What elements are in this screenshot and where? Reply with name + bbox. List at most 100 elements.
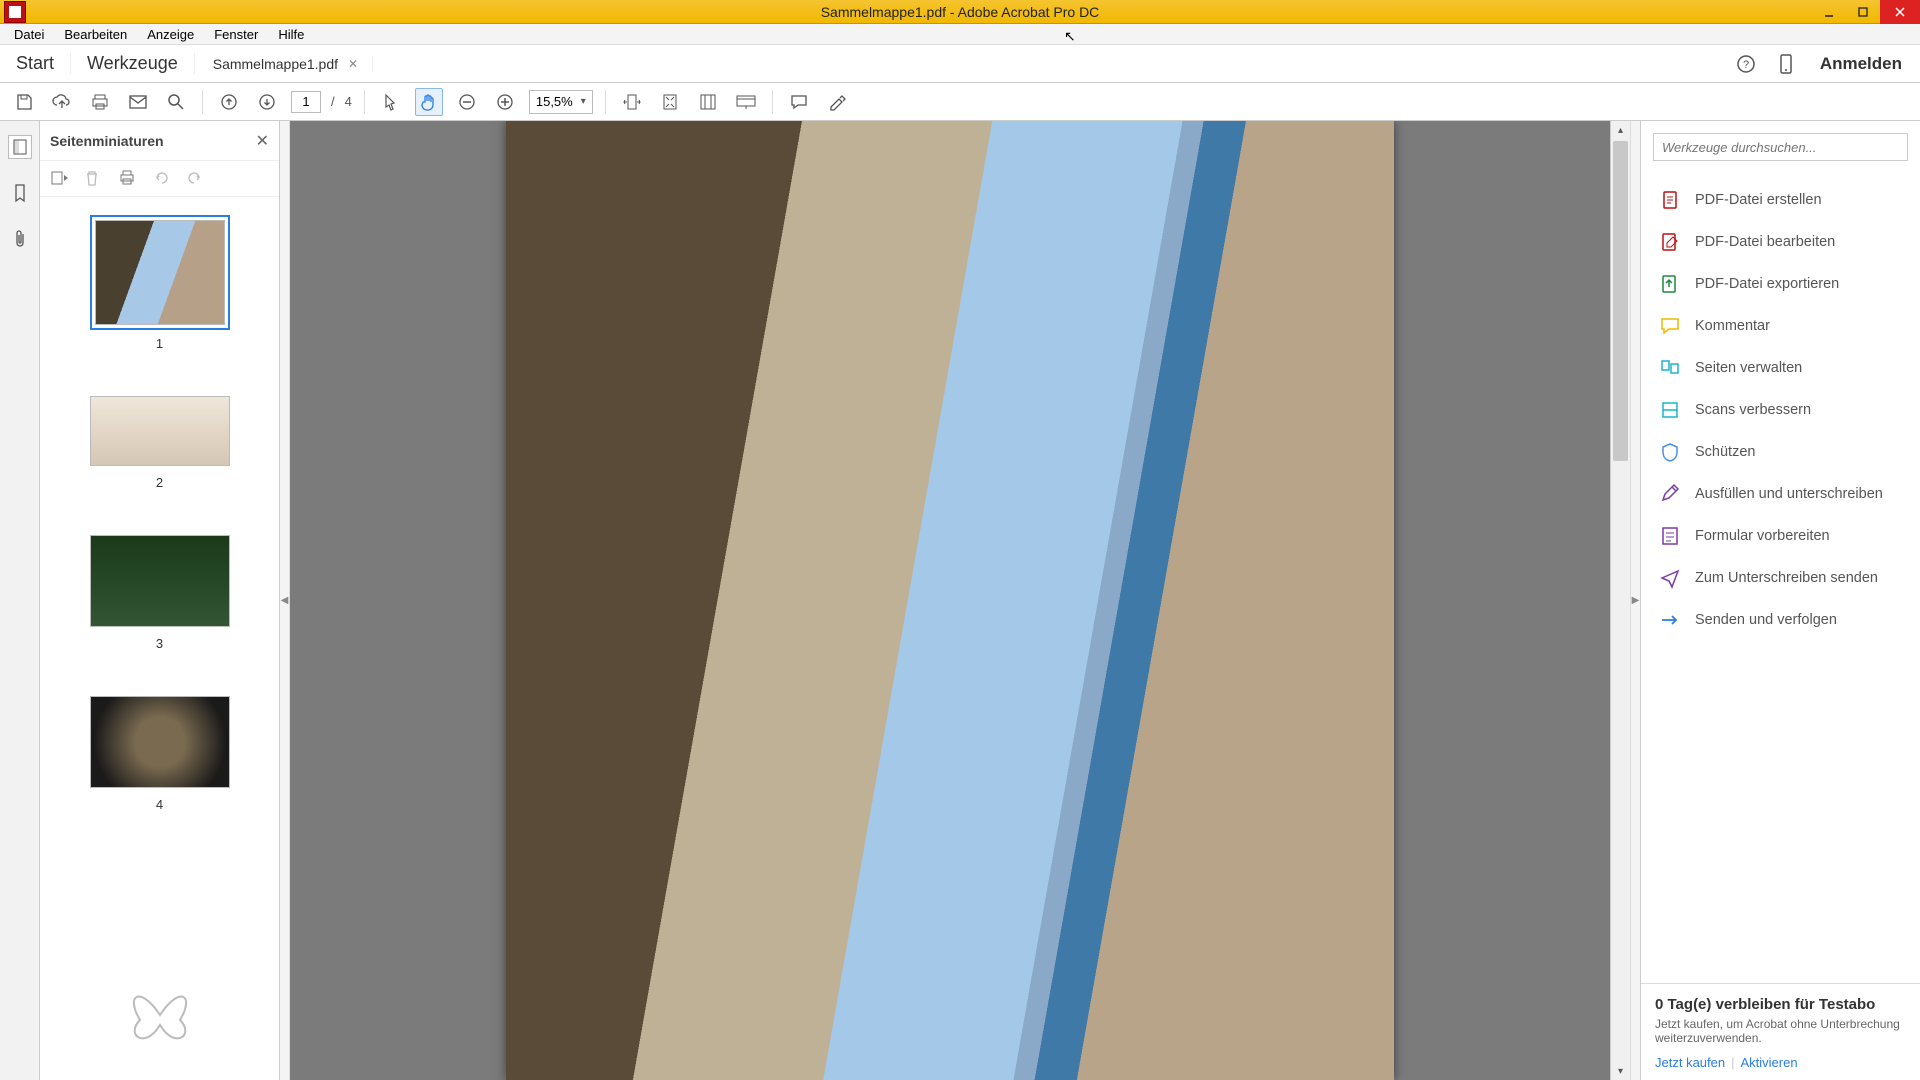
tools-search[interactable] <box>1653 133 1908 161</box>
thumbnail-page-3[interactable]: 3 <box>50 530 269 651</box>
zoom-out-icon[interactable] <box>453 88 481 116</box>
page-total: 4 <box>345 94 352 109</box>
right-splitter[interactable]: ▶ <box>1630 121 1640 1080</box>
scroll-down-icon[interactable]: ▾ <box>1611 1062 1630 1080</box>
select-tool-icon[interactable] <box>377 88 405 116</box>
tab-document-label: Sammelmappe1.pdf <box>213 56 338 72</box>
tab-document[interactable]: Sammelmappe1.pdf ✕ <box>195 56 373 72</box>
hand-tool-icon[interactable] <box>415 88 443 116</box>
thumbnail-print-icon[interactable] <box>118 169 138 189</box>
trial-banner: 0 Tag(e) verbleiben für Testabo Jetzt ka… <box>1641 983 1920 1080</box>
signin-button[interactable]: Anmelden <box>1810 54 1912 74</box>
menu-hilfe[interactable]: Hilfe <box>268 25 314 44</box>
tool-item-label: Seiten verwalten <box>1695 360 1802 376</box>
menu-anzeige[interactable]: Anzeige <box>137 25 204 44</box>
tool-item-1[interactable]: PDF-Datei bearbeiten <box>1641 221 1920 263</box>
tool-item-label: Scans verbessern <box>1695 402 1811 418</box>
tool-item-10[interactable]: Senden und verfolgen <box>1641 599 1920 641</box>
thumbnail-label: 2 <box>156 475 163 490</box>
tool-item-0[interactable]: PDF-Datei erstellen <box>1641 179 1920 221</box>
thumbnail-page-4[interactable]: 4 <box>50 691 269 812</box>
tool-item-8[interactable]: Formular vorbereiten <box>1641 515 1920 557</box>
tools-search-input[interactable] <box>1662 140 1899 155</box>
minimize-button[interactable] <box>1812 0 1846 24</box>
tool-item-3[interactable]: Kommentar <box>1641 305 1920 347</box>
page-number-input[interactable] <box>291 91 321 113</box>
next-page-icon[interactable] <box>253 88 281 116</box>
thumbnails-rail-icon[interactable] <box>8 135 32 159</box>
tool-item-2[interactable]: PDF-Datei exportieren <box>1641 263 1920 305</box>
tool-item-label: PDF-Datei bearbeiten <box>1695 234 1835 250</box>
search-icon[interactable] <box>162 88 190 116</box>
maximize-button[interactable] <box>1846 0 1880 24</box>
pages-icon <box>1659 357 1681 379</box>
window-title: Sammelmappe1.pdf - Adobe Acrobat Pro DC <box>821 4 1100 20</box>
cloud-upload-icon[interactable] <box>48 88 76 116</box>
menu-bearbeiten[interactable]: Bearbeiten <box>54 25 137 44</box>
buy-now-link[interactable]: Jetzt kaufen <box>1655 1055 1725 1070</box>
tabs-bar: Start Werkzeuge Sammelmappe1.pdf ✕ ? Anm… <box>0 45 1920 83</box>
activate-link[interactable]: Aktivieren <box>1741 1055 1798 1070</box>
nav-rail <box>0 121 40 1080</box>
thumbnail-page-2[interactable]: 2 <box>50 391 269 490</box>
menu-fenster[interactable]: Fenster <box>204 25 268 44</box>
zoom-value: 15,5% <box>536 94 573 109</box>
tool-item-9[interactable]: Zum Unterschreiben senden <box>1641 557 1920 599</box>
attachments-rail-icon[interactable] <box>8 227 32 251</box>
print-icon[interactable] <box>86 88 114 116</box>
vertical-scrollbar[interactable]: ▴ ▾ <box>1610 121 1630 1080</box>
document-canvas[interactable] <box>290 121 1610 1080</box>
zoom-select[interactable]: 15,5% ▾ <box>529 90 593 114</box>
pen-icon <box>1659 483 1681 505</box>
thumbnail-page-1[interactable]: 1 <box>50 215 269 351</box>
scan-icon <box>1659 399 1681 421</box>
tool-item-label: Senden und verfolgen <box>1695 612 1837 628</box>
tools-panel: PDF-Datei erstellen PDF-Datei bearbeiten P… <box>1640 121 1920 1080</box>
edit-icon <box>1659 231 1681 253</box>
tool-item-label: Formular vorbereiten <box>1695 528 1830 544</box>
comment-icon <box>1659 315 1681 337</box>
acrobat-app-icon <box>4 1 26 23</box>
tool-item-7[interactable]: Ausfüllen und unterschreiben <box>1641 473 1920 515</box>
thumbnail-redo-icon[interactable] <box>186 169 206 189</box>
prev-page-icon[interactable] <box>215 88 243 116</box>
scrollbar-thumb[interactable] <box>1613 141 1628 461</box>
read-mode-icon[interactable] <box>732 88 760 116</box>
shield-icon <box>1659 441 1681 463</box>
tool-item-5[interactable]: Scans verbessern <box>1641 389 1920 431</box>
thumbnail-label: 3 <box>156 636 163 651</box>
thumbnail-options-icon[interactable] <box>50 169 70 189</box>
email-icon[interactable] <box>124 88 152 116</box>
tab-document-close-icon[interactable]: ✕ <box>348 57 358 71</box>
svg-text:?: ? <box>1743 59 1749 71</box>
toolbar: / 4 15,5% ▾ <box>0 83 1920 121</box>
comment-icon[interactable] <box>785 88 813 116</box>
menu-datei[interactable]: Datei <box>4 25 54 44</box>
zoom-in-icon[interactable] <box>491 88 519 116</box>
export-icon <box>1659 273 1681 295</box>
menubar: Datei Bearbeiten Anzeige Fenster Hilfe <box>0 24 1920 45</box>
tab-werkzeuge[interactable]: Werkzeuge <box>71 53 195 74</box>
left-splitter[interactable]: ◀ <box>280 121 290 1080</box>
help-icon[interactable]: ? <box>1730 48 1762 80</box>
close-button[interactable] <box>1880 0 1920 24</box>
tool-item-4[interactable]: Seiten verwalten <box>1641 347 1920 389</box>
bookmarks-rail-icon[interactable] <box>8 181 32 205</box>
form-icon <box>1659 525 1681 547</box>
tab-start[interactable]: Start <box>0 53 71 74</box>
thumbnail-undo-icon[interactable] <box>152 169 172 189</box>
mobile-link-icon[interactable] <box>1770 48 1802 80</box>
scroll-up-icon[interactable]: ▴ <box>1611 121 1630 139</box>
tool-item-6[interactable]: Schützen <box>1641 431 1920 473</box>
save-icon[interactable] <box>10 88 38 116</box>
thumbnails-close-icon[interactable]: ✕ <box>256 131 269 151</box>
thumbnail-delete-icon[interactable] <box>84 169 104 189</box>
tool-item-label: Schützen <box>1695 444 1755 460</box>
document-page[interactable] <box>506 121 1394 1080</box>
tool-item-label: PDF-Datei erstellen <box>1695 192 1822 208</box>
highlight-icon[interactable] <box>823 88 851 116</box>
fit-width-icon[interactable] <box>618 88 646 116</box>
thumbnails-list[interactable]: 1 2 3 4 <box>40 197 279 1080</box>
fit-page-icon[interactable] <box>656 88 684 116</box>
fit-window-icon[interactable] <box>694 88 722 116</box>
